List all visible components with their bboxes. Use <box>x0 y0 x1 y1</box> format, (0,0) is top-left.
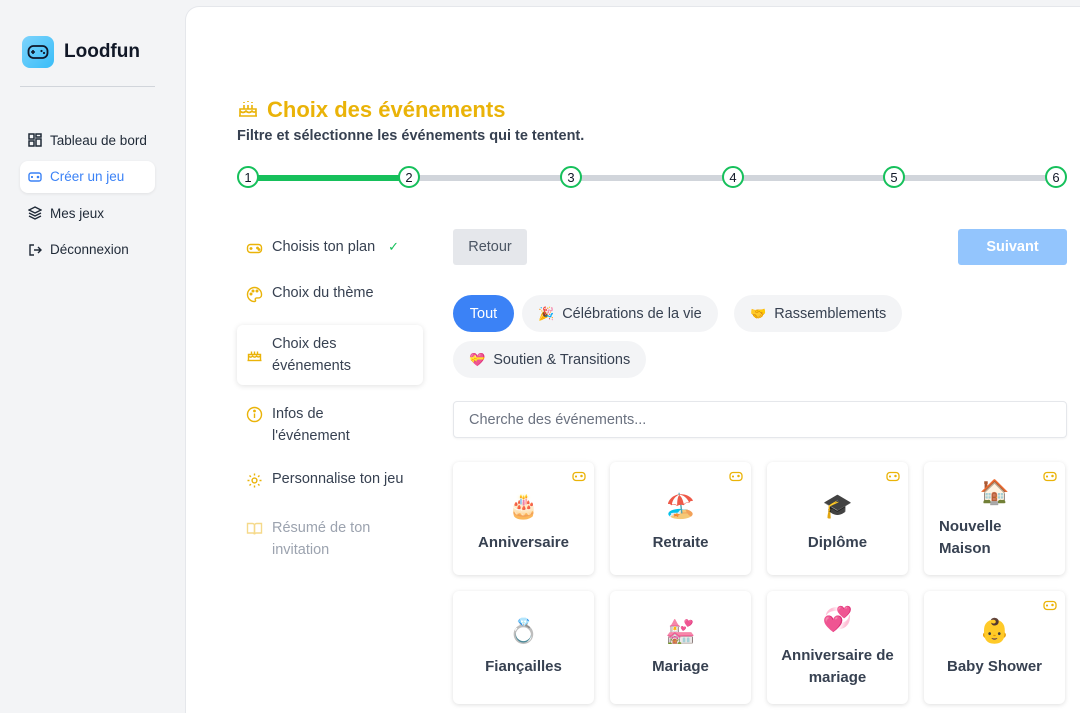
gamepad-badge-icon <box>729 469 743 482</box>
book-icon <box>246 520 263 537</box>
event-search-input[interactable] <box>453 401 1067 438</box>
check-icon: ✓ <box>388 239 400 254</box>
main-nav: Tableau de bord Créer un jeu Mes jeux Dé… <box>20 124 155 270</box>
cake-icon <box>237 98 259 123</box>
chip-label: Tout <box>469 305 498 322</box>
nav-item-logout[interactable]: Déconnexion <box>20 234 155 266</box>
sidebar: Loodfun Tableau de bord Créer un jeu Mes… <box>0 0 176 713</box>
party-popper-icon: 🎉 <box>538 305 555 321</box>
step-menu-plan[interactable]: Choisis ton plan ✓ <box>237 239 423 257</box>
step-menu-label: Personnalise ton jeu <box>272 471 404 487</box>
stepper-progress <box>247 175 409 181</box>
ring-icon: 💍 <box>508 617 539 645</box>
event-label: Nouvelle Maison <box>939 518 1002 557</box>
event-card-birthday[interactable]: 🎂 Anniversaire <box>453 462 594 575</box>
layers-icon <box>28 206 42 220</box>
gear-icon <box>246 472 263 489</box>
nav-item-create-game[interactable]: Créer un jeu <box>20 160 155 193</box>
birthday-cake-icon: 🎂 <box>508 492 539 520</box>
brand-name: Loodfun <box>64 41 140 62</box>
step-1[interactable]: 1 <box>237 166 259 188</box>
event-label: Retraite <box>652 534 709 551</box>
event-card-wedding-anniversary[interactable]: 💞 Anniversaire de mariage <box>767 591 908 704</box>
nav-item-my-games[interactable]: Mes jeux <box>20 197 155 229</box>
wedding-chapel-icon: 💒 <box>665 617 696 645</box>
cake-icon <box>246 345 263 362</box>
event-label: Baby Shower <box>946 658 1043 675</box>
handshake-icon: 🤝 <box>750 305 767 321</box>
event-card-new-home[interactable]: 🏠 Nouvelle Maison <box>924 462 1065 575</box>
step-5[interactable]: 5 <box>883 166 905 188</box>
event-card-graduation[interactable]: 🎓 Diplôme <box>767 462 908 575</box>
step-2[interactable]: 2 <box>398 166 420 188</box>
filter-chip-support-transitions[interactable]: 💝 Soutien & Transitions <box>453 341 647 378</box>
event-card-engagement[interactable]: 💍 Fiançailles <box>453 591 594 704</box>
back-button[interactable]: Retour <box>453 229 527 265</box>
gamepad-badge-icon <box>572 469 586 482</box>
dashboard-icon <box>28 133 42 147</box>
chip-label: Célébrations de la vie <box>562 305 702 322</box>
gamepad-icon <box>246 240 263 257</box>
page-subtitle: Filtre et sélectionne les événements qui… <box>237 128 585 144</box>
brand[interactable]: Loodfun <box>22 36 140 68</box>
filter-chip-gatherings[interactable]: 🤝 Rassemblements <box>734 295 903 332</box>
next-button[interactable]: Suivant <box>958 229 1067 265</box>
filter-chip-life-celebrations[interactable]: 🎉 Célébrations de la vie <box>522 295 718 332</box>
palette-icon <box>246 286 263 303</box>
event-card-baby-shower[interactable]: 👶 Baby Shower <box>924 591 1065 704</box>
gamepad-badge-icon <box>1043 598 1057 611</box>
page-header: Choix des événements <box>237 97 505 123</box>
step-3[interactable]: 3 <box>560 166 582 188</box>
nav-label: Tableau de bord <box>50 132 147 148</box>
chip-label: Rassemblements <box>774 305 887 322</box>
event-label: Fiançailles <box>485 658 562 675</box>
step-6[interactable]: 6 <box>1045 166 1067 188</box>
step-menu-customize[interactable]: Personnalise ton jeu <box>237 471 423 489</box>
logout-icon <box>28 243 42 257</box>
revolving-hearts-icon: 💞 <box>822 605 853 633</box>
graduation-cap-icon: 🎓 <box>822 492 853 520</box>
nav-label: Mes jeux <box>50 205 105 221</box>
step-menu-theme[interactable]: Choix du thème <box>237 285 423 303</box>
step-menu-label: Choisis ton plan <box>272 239 376 255</box>
baby-icon: 👶 <box>979 617 1010 645</box>
step-menu-summary: Résumé de ton invitation <box>237 517 423 561</box>
divider <box>20 86 155 87</box>
nav-label: Créer un jeu <box>50 169 125 184</box>
event-label: Mariage <box>652 658 709 675</box>
gamepad-logo-icon <box>22 36 54 68</box>
step-menu-label: Choix du thème <box>272 285 374 301</box>
step-menu-event-info[interactable]: Infos de l'événement <box>237 403 423 447</box>
nav-item-dashboard[interactable]: Tableau de bord <box>20 124 155 156</box>
filter-chip-all[interactable]: Tout <box>453 295 514 332</box>
event-label: Anniversaire <box>478 534 569 551</box>
beach-umbrella-icon: 🏖️ <box>665 492 696 520</box>
gamepad-badge-icon <box>886 469 900 482</box>
nav-label: Déconnexion <box>50 242 129 257</box>
event-card-retirement[interactable]: 🏖️ Retraite <box>610 462 751 575</box>
step-menu-label: Résumé de ton invitation <box>272 520 371 558</box>
heart-gift-icon: 💝 <box>469 351 486 367</box>
house-icon: 🏠 <box>979 478 1010 506</box>
step-4[interactable]: 4 <box>722 166 744 188</box>
main-panel: Choix des événements Filtre et sélection… <box>185 6 1080 713</box>
chip-label: Soutien & Transitions <box>493 351 631 368</box>
gamepad-icon <box>28 170 42 184</box>
event-card-wedding[interactable]: 💒 Mariage <box>610 591 751 704</box>
step-menu-events[interactable]: Choix des événements <box>237 325 423 385</box>
event-label: Diplôme <box>807 534 868 551</box>
event-label: Anniversaire de mariage <box>781 647 894 686</box>
info-icon <box>246 406 263 423</box>
page-title: Choix des événements <box>267 97 506 122</box>
step-menu-label: Choix des événements <box>272 336 351 374</box>
step-menu-label: Infos de l'événement <box>272 406 350 444</box>
progress-stepper: 1 2 3 4 5 6 <box>237 166 1067 190</box>
